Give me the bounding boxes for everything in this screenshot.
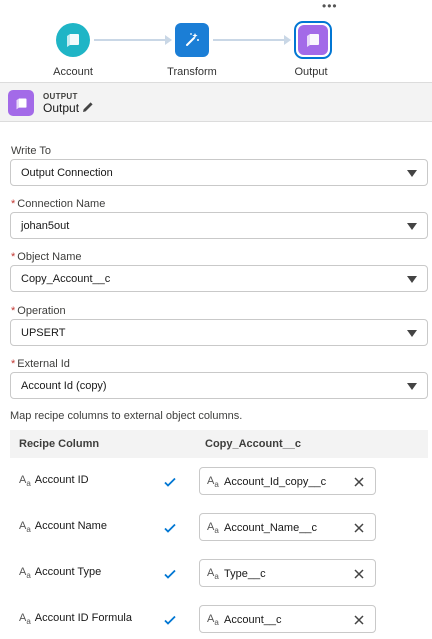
connection-name-value: johan5out: [21, 220, 70, 232]
flow-node-account[interactable]: [56, 23, 90, 57]
more-options-icon[interactable]: •••: [322, 0, 338, 12]
mapping-target-pill[interactable]: Aa Type__c: [199, 559, 376, 587]
text-type-icon: Aa: [19, 566, 31, 581]
text-type-icon: Aa: [19, 474, 31, 489]
flow-node-output[interactable]: [294, 21, 332, 59]
close-icon[interactable]: [354, 477, 364, 487]
external-id-select[interactable]: Account Id (copy): [10, 372, 428, 399]
mapping-source-column: Aa Account Type: [19, 566, 102, 581]
mapping-source-column: Aa Account Name: [19, 520, 107, 535]
output-icon: [307, 34, 319, 47]
target-column-header: Copy_Account__c: [205, 438, 301, 450]
external-id-label: * External Id: [11, 358, 70, 370]
required-marker: *: [11, 358, 16, 370]
flow-connector: [94, 39, 166, 41]
magic-wand-icon: [186, 33, 199, 46]
text-type-icon: Aa: [207, 475, 219, 490]
text-type-icon: Aa: [207, 521, 219, 536]
mapping-target-pill[interactable]: Aa Account_Name__c: [199, 513, 376, 541]
write-to-select[interactable]: Output Connection: [10, 159, 428, 186]
recipe-flow: ••• Account Transform Output: [0, 0, 432, 82]
mapping-target-value: Account__c: [224, 614, 282, 626]
node-type-label: OUTPUT: [43, 92, 78, 101]
flow-node-label: Transform: [167, 66, 217, 78]
connector-arrow-icon: [165, 35, 172, 45]
text-type-icon: Aa: [207, 567, 219, 582]
close-icon[interactable]: [354, 615, 364, 625]
flow-node-label: Account: [53, 66, 93, 78]
connection-name-label: * Connection Name: [11, 198, 106, 210]
mapping-table-header: Recipe Column Copy_Account__c: [10, 430, 428, 458]
mapping-hint: Map recipe columns to external object co…: [10, 410, 243, 422]
required-marker: *: [11, 198, 16, 210]
recipe-column-header: Recipe Column: [19, 438, 100, 450]
mapping-source-column: Aa Account ID: [19, 474, 89, 489]
flow-connector: [213, 39, 285, 41]
operation-label: * Operation: [11, 305, 66, 317]
external-id-value: Account Id (copy): [21, 380, 107, 392]
mapping-target-value: Account_Id_copy__c: [224, 476, 327, 488]
chevron-down-icon: [407, 330, 417, 337]
mapping-target-pill[interactable]: Aa Account__c: [199, 605, 376, 633]
chevron-down-icon: [407, 170, 417, 177]
text-type-icon: Aa: [19, 612, 31, 627]
pencil-edit-icon[interactable]: [82, 101, 94, 113]
flow-node-transform[interactable]: [175, 23, 209, 57]
object-name-select[interactable]: Copy_Account__c: [10, 265, 428, 292]
operation-value: UPSERT: [21, 327, 66, 339]
node-name: Output: [43, 101, 80, 115]
mapping-source-column: Aa Account ID Formula: [19, 612, 132, 627]
check-icon: [164, 523, 176, 533]
connection-name-select[interactable]: johan5out: [10, 212, 428, 239]
required-marker: *: [11, 305, 16, 317]
node-panel-header: OUTPUT Output: [0, 82, 432, 122]
check-icon: [164, 569, 176, 579]
required-marker: *: [11, 251, 16, 263]
operation-select[interactable]: UPSERT: [10, 319, 428, 346]
close-icon[interactable]: [354, 569, 364, 579]
mapping-target-pill[interactable]: Aa Account_Id_copy__c: [199, 467, 376, 495]
object-name-label: * Object Name: [11, 251, 82, 263]
output-icon: [8, 90, 34, 116]
chevron-down-icon: [407, 223, 417, 230]
write-to-label: Write To: [11, 145, 51, 157]
check-icon: [164, 477, 176, 487]
text-type-icon: Aa: [207, 613, 219, 628]
mapping-target-value: Account_Name__c: [224, 522, 317, 534]
chevron-down-icon: [407, 276, 417, 283]
write-to-value: Output Connection: [21, 167, 113, 179]
dataset-icon: [67, 34, 79, 47]
connector-arrow-icon: [284, 35, 291, 45]
close-icon[interactable]: [354, 523, 364, 533]
mapping-target-value: Type__c: [224, 568, 266, 580]
text-type-icon: Aa: [19, 520, 31, 535]
check-icon: [164, 615, 176, 625]
object-name-value: Copy_Account__c: [21, 273, 111, 285]
flow-node-label: Output: [294, 66, 328, 78]
chevron-down-icon: [407, 383, 417, 390]
